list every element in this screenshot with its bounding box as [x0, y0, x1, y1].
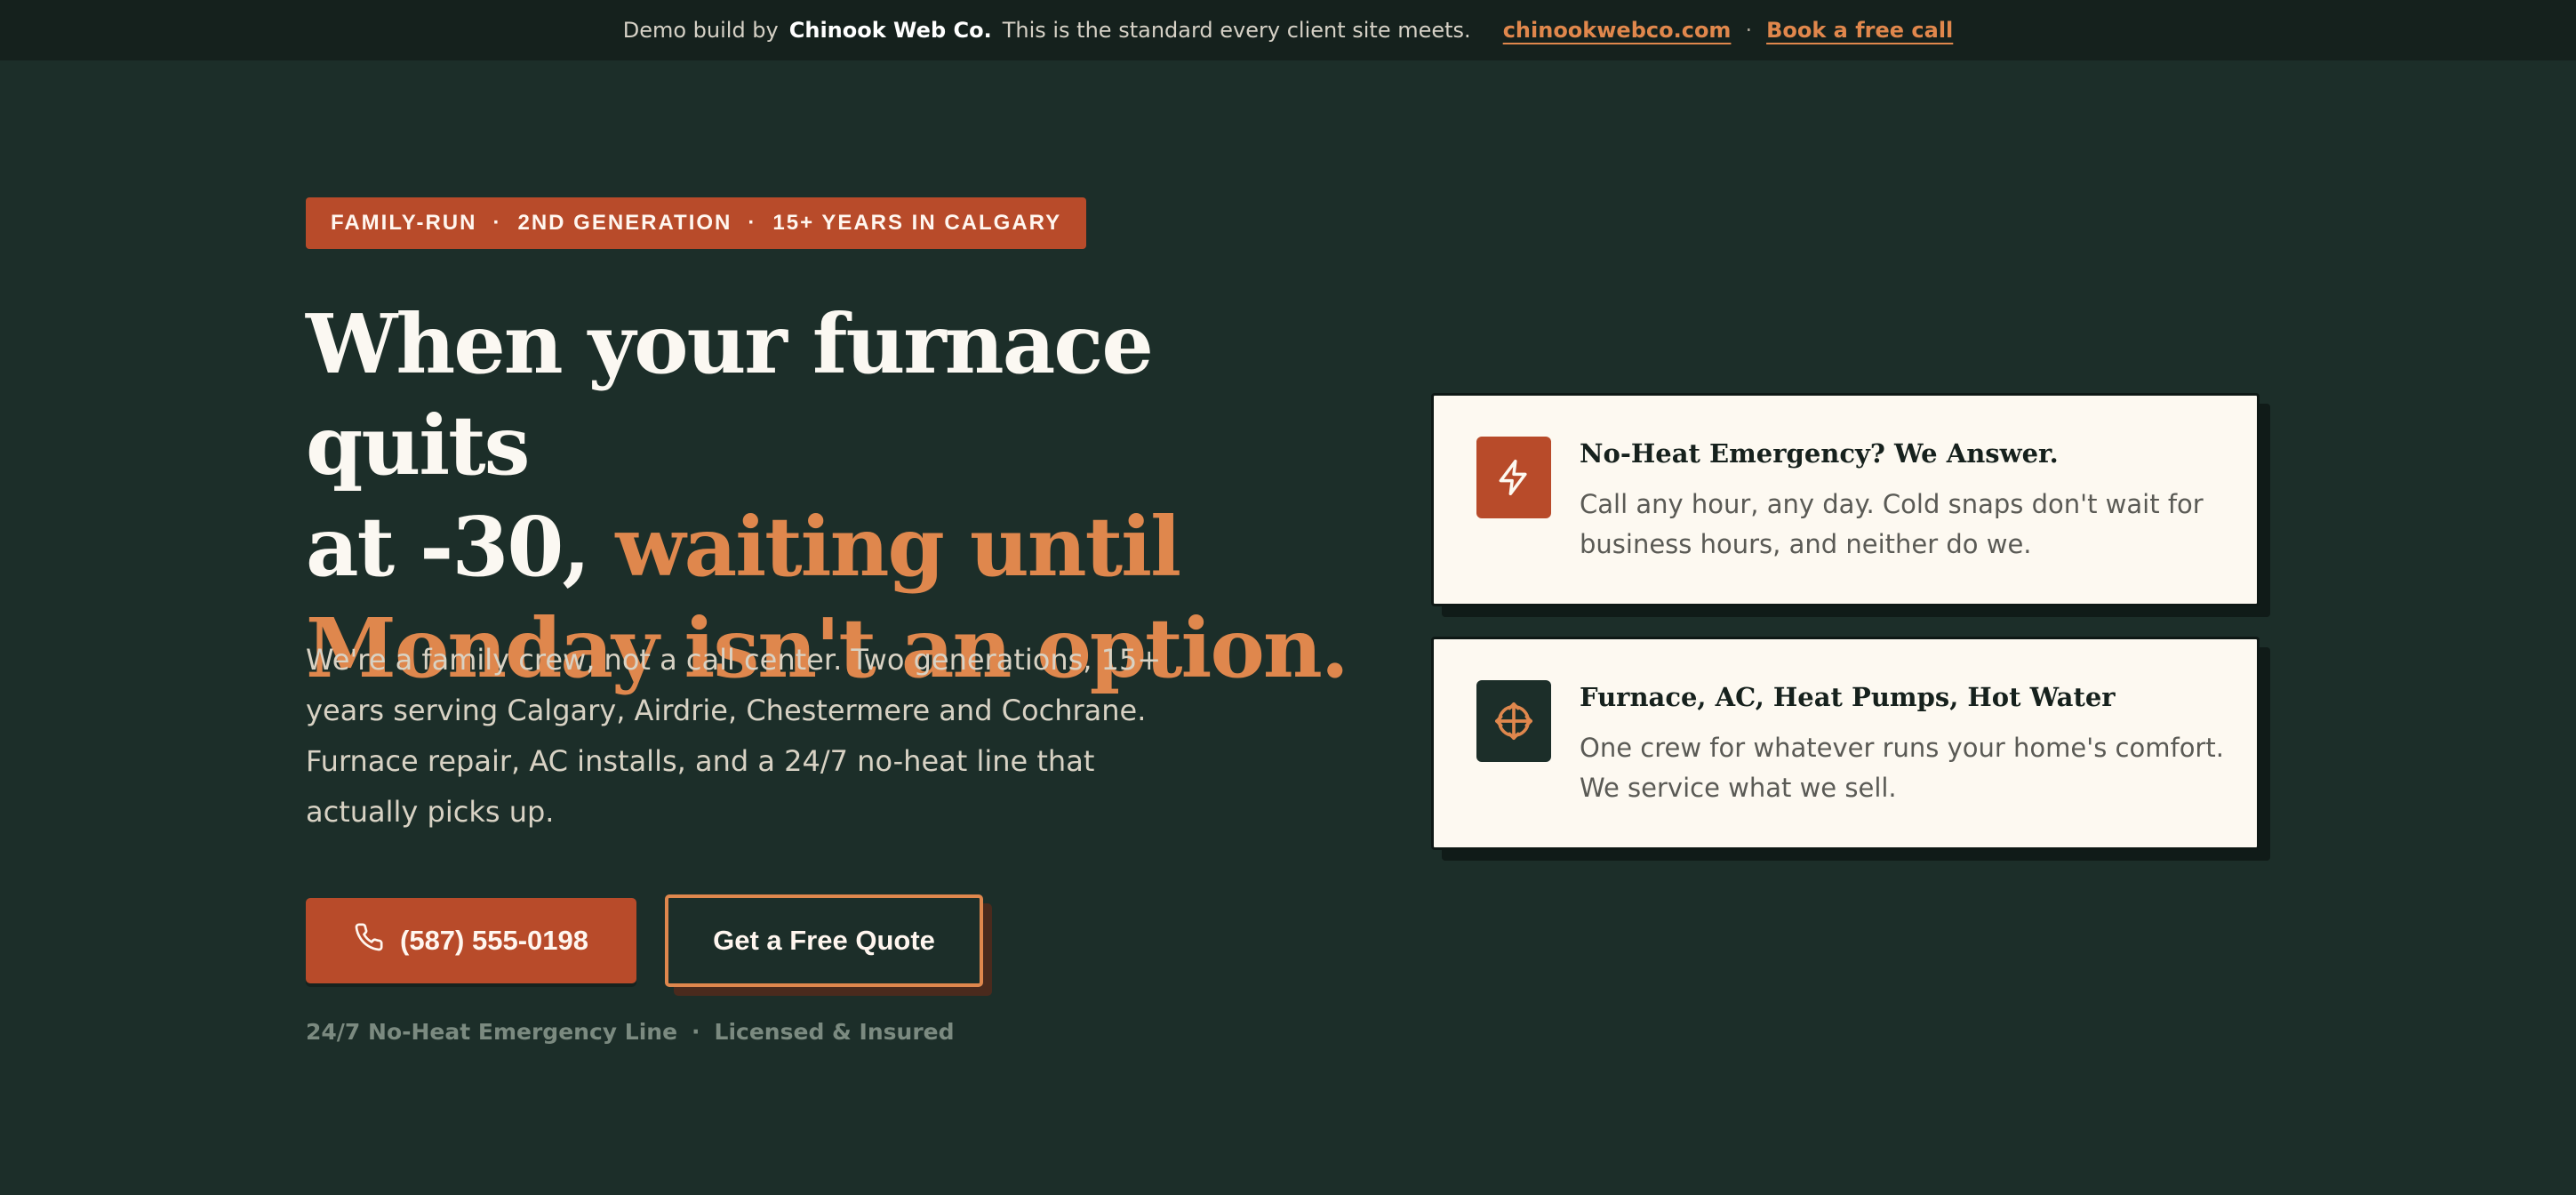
headline-line-2-accent: waiting until [615, 499, 1181, 595]
lightning-icon [1476, 437, 1551, 518]
demo-announcement-bar: Demo build by Chinook Web Co. This is the … [0, 0, 2576, 60]
arrows-move-icon [1476, 680, 1551, 762]
call-phone-button[interactable]: (587) 555-0198 [306, 898, 636, 983]
trust-emergency-line: 24/7 No-Heat Emergency Line [306, 1019, 678, 1045]
trust-separator: · [692, 1019, 700, 1045]
topbar-prefix: Demo build by [622, 18, 779, 43]
feature-card-emergency: No-Heat Emergency? We Answer. Call any h… [1431, 393, 2260, 606]
badge-item-years: 15+ YEARS IN CALGARY [772, 211, 1062, 235]
headline-line-1: When your furnace quits [306, 296, 1154, 493]
feature-title: Furnace, AC, Heat Pumps, Hot Water [1580, 682, 2116, 712]
feature-title: No-Heat Emergency? We Answer. [1580, 438, 2059, 469]
call-button-label: (587) 555-0198 [400, 925, 588, 956]
badge-separator: · [748, 211, 757, 235]
hero-badge: FAMILY-RUN · 2ND GENERATION · 15+ YEARS … [306, 197, 1087, 249]
site-link[interactable]: chinookwebco.com [1503, 18, 1732, 43]
trust-licensed: Licensed & Insured [714, 1019, 955, 1045]
feature-description: Call any hour, any day. Cold snaps don't… [1580, 489, 2204, 559]
topbar-brand: Chinook Web Co. [788, 18, 992, 43]
headline-line-2-plain: at -30, [306, 499, 590, 595]
trust-line: 24/7 No-Heat Emergency Line · Licensed & I… [306, 1019, 955, 1045]
feature-description: One crew for whatever runs your home's c… [1580, 733, 2224, 803]
quote-button-label: Get a Free Quote [713, 925, 935, 956]
topbar-separator: · [1745, 18, 1753, 43]
badge-item-family-run: FAMILY-RUN [331, 211, 477, 235]
badge-separator: · [492, 211, 502, 235]
hero-description: We're a family crew, not a call center. … [306, 643, 1162, 829]
feature-card-services: Furnace, AC, Heat Pumps, Hot Water One c… [1431, 637, 2260, 850]
badge-item-generation: 2ND GENERATION [517, 211, 732, 235]
phone-icon [354, 922, 384, 959]
topbar-suffix: This is the standard every client site m… [1002, 18, 1471, 43]
free-quote-button[interactable]: Get a Free Quote [665, 894, 983, 987]
book-call-link[interactable]: Book a free call [1766, 18, 1953, 43]
